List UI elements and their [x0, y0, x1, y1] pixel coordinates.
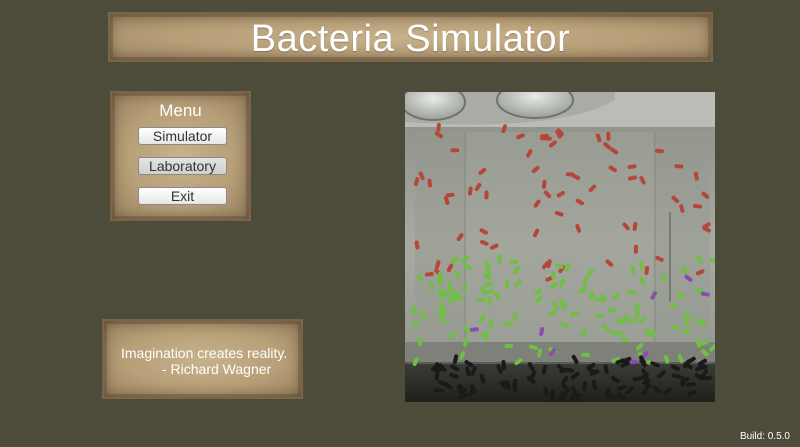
menu-panel: Menu Simulator Laboratory Exit	[110, 91, 251, 221]
bacterium	[635, 309, 640, 319]
bacterium	[505, 280, 510, 289]
bacterium	[565, 172, 575, 177]
bacterium	[462, 283, 467, 293]
lab-scene	[405, 92, 715, 402]
bacterium	[434, 388, 445, 393]
side-wall-left	[415, 132, 465, 362]
bacterium	[674, 164, 684, 169]
bacterium	[606, 131, 611, 141]
bacterium	[633, 244, 638, 254]
title-banner: Bacteria Simulator	[108, 12, 713, 62]
bacterium	[451, 288, 456, 298]
bacterium	[551, 270, 556, 280]
quote-text: Imagination creates reality.	[121, 345, 288, 361]
menu-title: Menu	[159, 101, 202, 120]
exit-button[interactable]: Exit	[138, 187, 227, 205]
laboratory-button[interactable]: Laboratory	[138, 157, 227, 175]
bacterium	[487, 296, 492, 306]
bacterium	[429, 281, 434, 291]
bacterium	[499, 380, 510, 385]
build-version: Build: 0.5.0	[739, 431, 790, 442]
bacterium	[450, 148, 460, 153]
bacterium	[484, 190, 489, 200]
app-title: Bacteria Simulator	[250, 18, 571, 60]
bacterium	[581, 352, 590, 358]
bacterium	[570, 396, 581, 401]
simulation-viewport[interactable]	[405, 92, 715, 402]
main-screen: Bacteria Simulator Menu Simulator Labora…	[0, 0, 800, 447]
bacterium	[609, 330, 619, 336]
quote-author: - Richard Wagner	[162, 361, 272, 377]
rear-wall-panel	[465, 132, 655, 342]
quote-panel: Imagination creates reality. - Richard W…	[102, 319, 303, 399]
bacterium	[670, 325, 680, 330]
bacterium	[504, 343, 514, 349]
simulator-button[interactable]: Simulator	[138, 127, 227, 145]
